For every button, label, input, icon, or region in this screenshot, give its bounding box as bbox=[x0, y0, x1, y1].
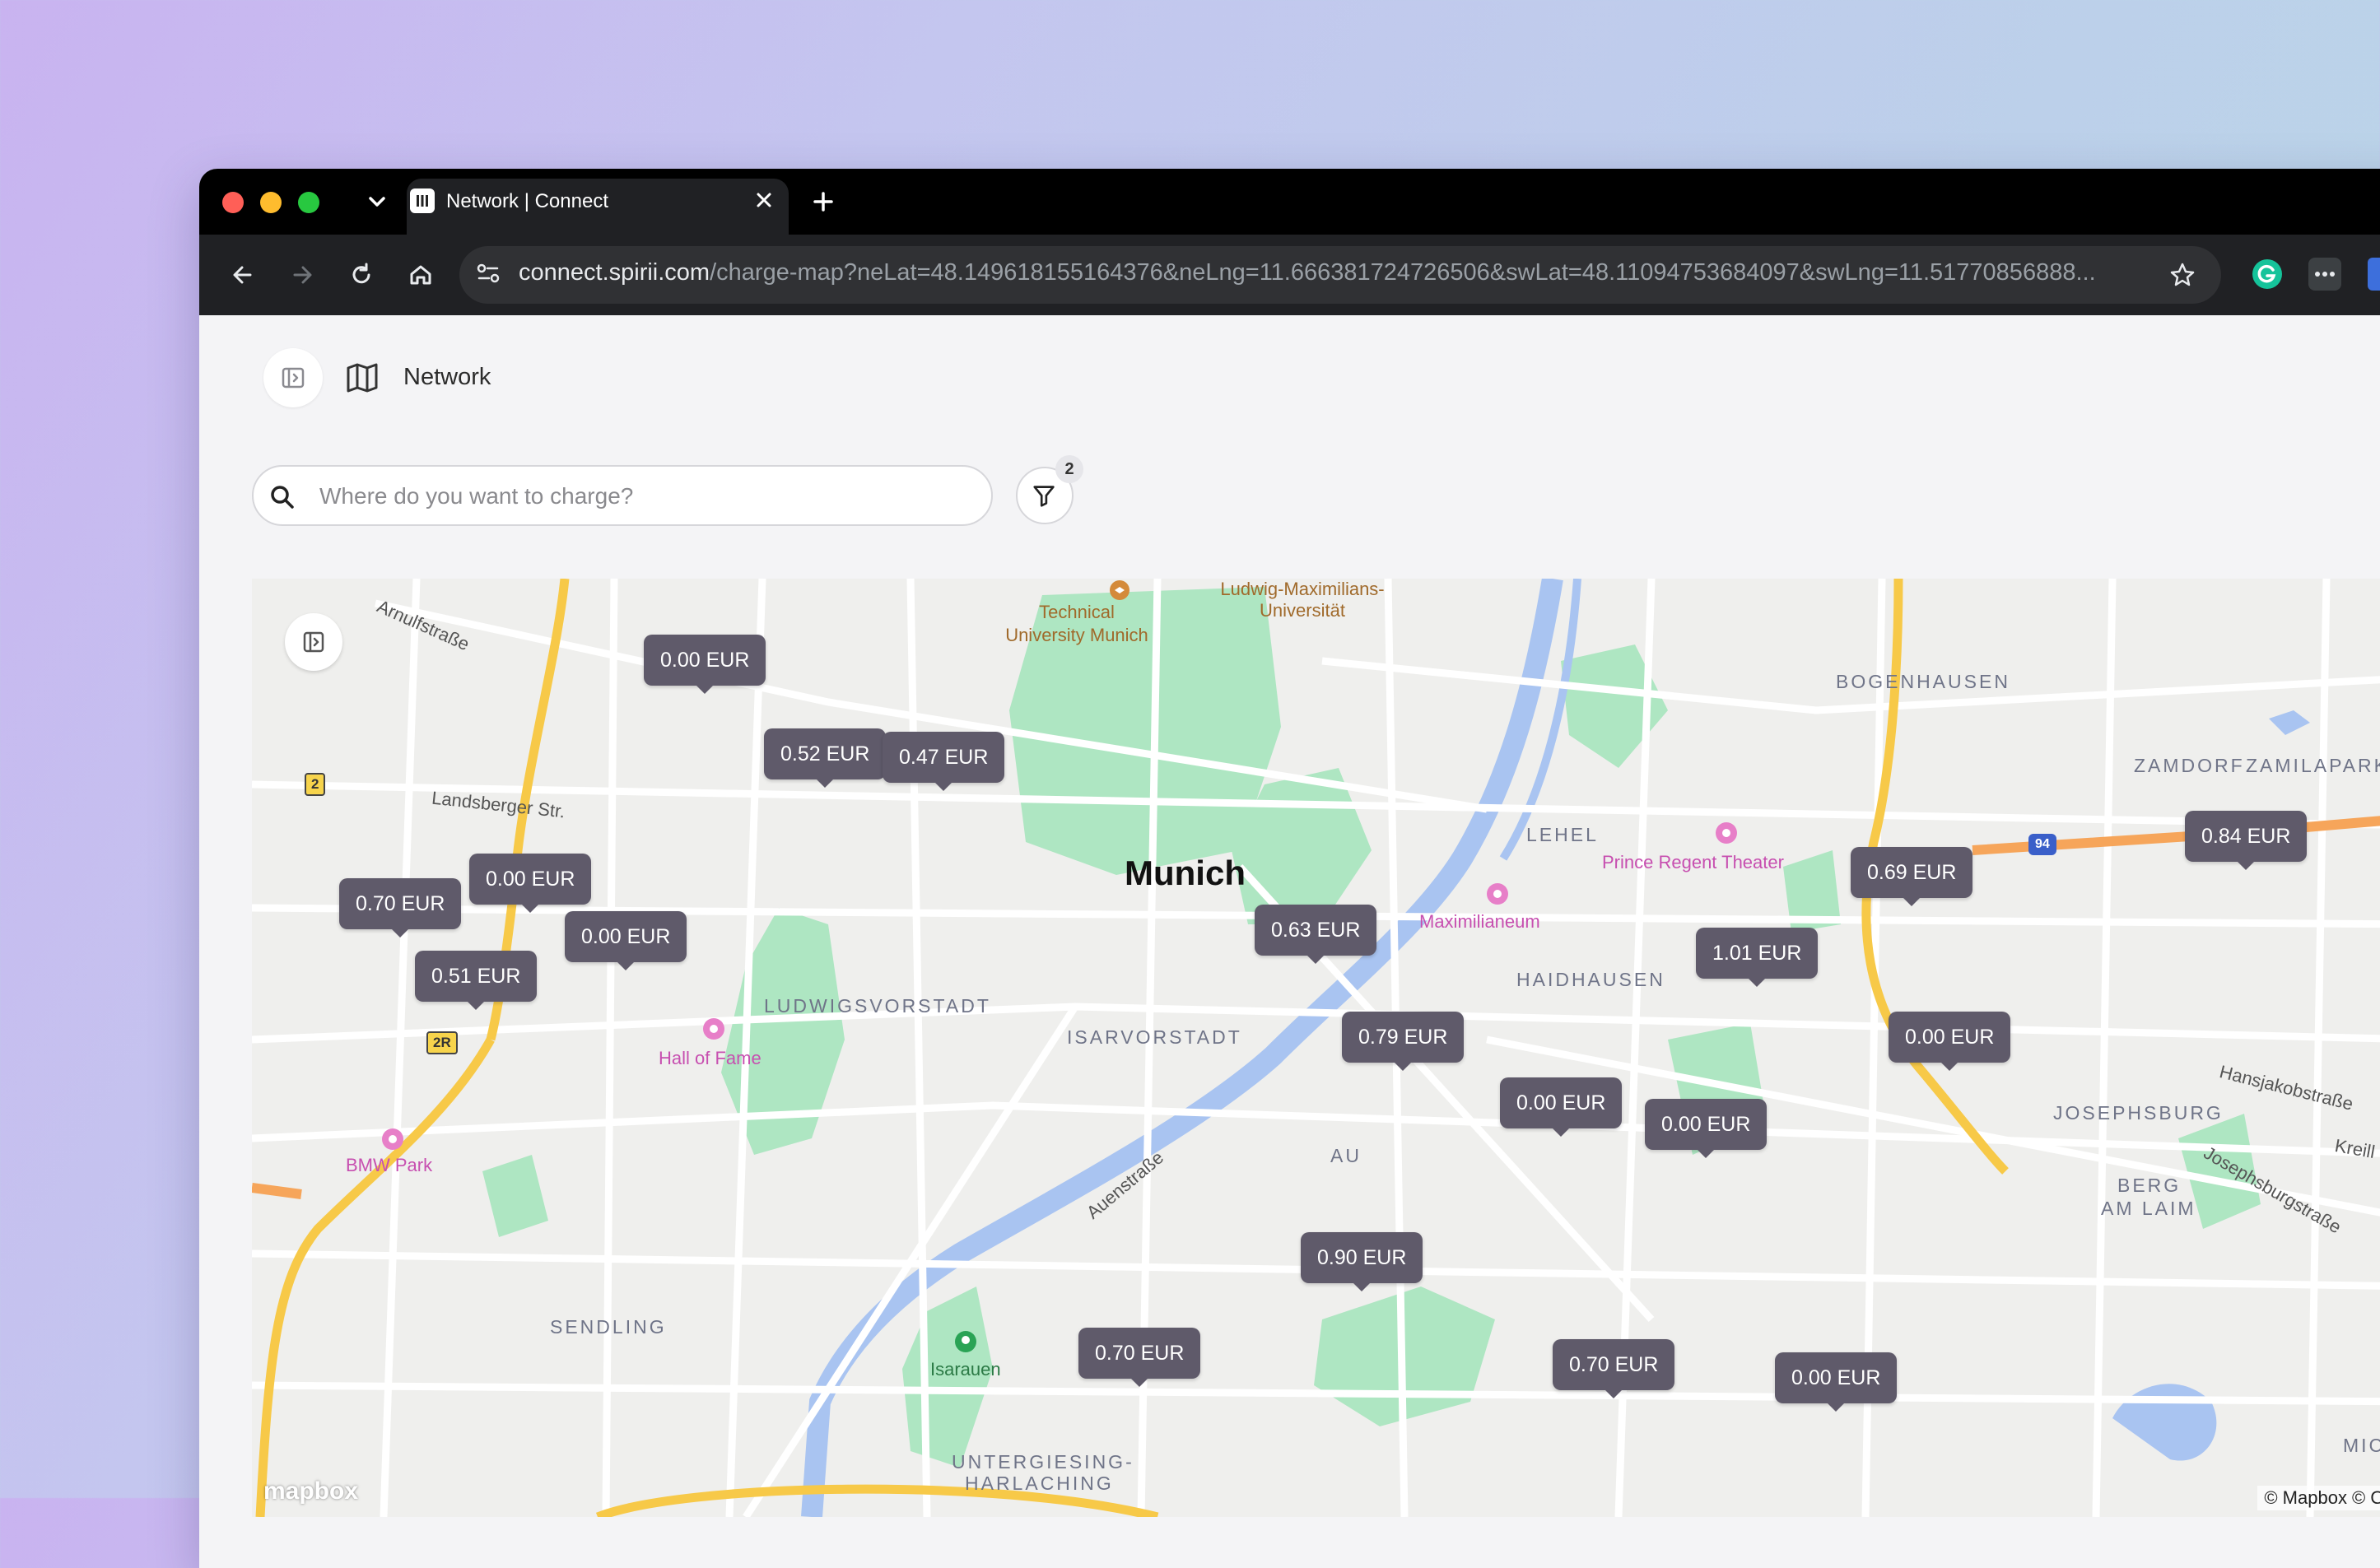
browser-window: Network | Connect connect.spirii.com/cha… bbox=[199, 169, 2380, 1568]
charger-price-marker[interactable]: 0.00 EUR bbox=[1889, 1012, 2011, 1071]
district-label: LUDWIGSVORSTADT bbox=[764, 995, 991, 1017]
app-page: Network 2 bbox=[199, 315, 2380, 1568]
grammarly-extension-icon[interactable] bbox=[2249, 256, 2285, 292]
poi-label: Prince Regent Theater bbox=[1602, 852, 1784, 872]
charger-price-marker[interactable]: 0.00 EUR bbox=[565, 911, 687, 970]
park-icon bbox=[955, 1331, 976, 1352]
landmark-icon bbox=[1487, 883, 1508, 905]
district-label: JOSEPHSBURG bbox=[2053, 1102, 2224, 1124]
charger-price-marker[interactable]: 0.70 EUR bbox=[339, 878, 462, 938]
url-host: connect.spirii.com bbox=[519, 259, 710, 286]
district-label: HAIDHAUSEN bbox=[1516, 969, 1665, 990]
close-tab-icon[interactable] bbox=[749, 185, 779, 215]
browser-toolbar: connect.spirii.com/charge-map?neLat=48.1… bbox=[199, 235, 2380, 315]
city-label: Munich bbox=[1125, 854, 1246, 892]
charger-price-marker[interactable]: 1.01 EUR bbox=[1696, 928, 1819, 987]
new-tab-icon[interactable] bbox=[807, 185, 840, 218]
district-label: ZAMILAPARK bbox=[2246, 755, 2380, 776]
search-input[interactable] bbox=[318, 478, 963, 514]
district-label: ZAMDORF bbox=[2134, 755, 2245, 776]
charger-price-marker[interactable]: 0.00 EUR bbox=[644, 635, 766, 694]
page-title: Network bbox=[403, 364, 491, 390]
site-settings-icon[interactable] bbox=[471, 256, 505, 291]
poi-label: Isarauen bbox=[930, 1359, 1001, 1380]
district-label: AU bbox=[1330, 1145, 1362, 1166]
map-attribution[interactable]: © Mapbox © OpenSt bbox=[2257, 1486, 2380, 1510]
charger-price-marker[interactable]: 0.63 EUR bbox=[1255, 905, 1377, 964]
tab-title: Network | Connect bbox=[446, 190, 608, 212]
poi-tum-label-2: University Munich bbox=[1005, 625, 1148, 645]
forward-arrow-icon[interactable] bbox=[285, 258, 319, 292]
charger-price-marker[interactable]: 0.00 EUR bbox=[469, 854, 592, 913]
bookmark-star-icon[interactable] bbox=[2165, 258, 2200, 292]
university-icon bbox=[1110, 580, 1129, 600]
home-icon[interactable] bbox=[403, 258, 438, 292]
site-favicon-icon bbox=[410, 188, 435, 213]
sidebar-toggle-icon bbox=[282, 367, 305, 389]
road-shield-a94: 94 bbox=[2028, 834, 2056, 855]
district-label: BERG bbox=[2117, 1175, 2182, 1196]
map-icon bbox=[347, 363, 378, 393]
poi-tum-label-1: Technical bbox=[1039, 602, 1115, 622]
district-label: UNTERGIESING- bbox=[952, 1451, 1134, 1473]
poi-label: Maximilianeum bbox=[1419, 911, 1540, 932]
mapbox-logo[interactable]: mapbox bbox=[263, 1477, 358, 1505]
charger-price-marker[interactable]: 0.52 EUR bbox=[764, 728, 887, 788]
charger-price-marker[interactable]: 0.70 EUR bbox=[1553, 1339, 1675, 1398]
charger-price-marker[interactable]: 0.84 EUR bbox=[2185, 811, 2308, 870]
charge-map[interactable]: 2 2R 94 BOGENHAUSEN ZAMDORF ZAMILAPARK L… bbox=[252, 579, 2380, 1517]
charger-price-marker[interactable]: 0.00 EUR bbox=[1500, 1077, 1623, 1137]
district-label: AM LAIM bbox=[2101, 1198, 2196, 1219]
maximize-window-button[interactable] bbox=[298, 192, 319, 213]
theater-icon bbox=[1716, 822, 1737, 844]
reload-icon[interactable] bbox=[344, 258, 379, 292]
poi-label: BMW Park bbox=[346, 1155, 433, 1175]
poi-label: Hall of Fame bbox=[659, 1048, 762, 1068]
back-arrow-icon[interactable] bbox=[226, 258, 260, 292]
district-label: SENDLING bbox=[550, 1316, 667, 1338]
sidebar-toggle-icon bbox=[303, 631, 324, 653]
tab-bar: Network | Connect bbox=[199, 169, 2380, 235]
stadium-icon bbox=[382, 1128, 403, 1150]
landmark-icon bbox=[703, 1018, 724, 1040]
district-label: LEHEL bbox=[1526, 824, 1599, 845]
password-extension-icon[interactable] bbox=[2308, 258, 2341, 291]
extension-icon[interactable] bbox=[2368, 258, 2380, 291]
minimize-window-button[interactable] bbox=[260, 192, 282, 213]
charger-price-marker[interactable]: 0.79 EUR bbox=[1342, 1012, 1465, 1071]
road-shield-a2: 2 bbox=[305, 773, 326, 796]
search-icon bbox=[271, 486, 294, 509]
close-window-button[interactable] bbox=[222, 192, 244, 213]
map-canvas[interactable] bbox=[252, 579, 2380, 1517]
district-label: ISARVORSTADT bbox=[1067, 1026, 1242, 1048]
district-label: BOGENHAUSEN bbox=[1836, 671, 2010, 692]
poi-lmu-label-2: Universität bbox=[1260, 600, 1345, 621]
poi-lmu-label-1: Ludwig-Maximilians- bbox=[1220, 579, 1385, 599]
sidebar-toggle-button[interactable] bbox=[263, 348, 323, 407]
charger-price-marker[interactable]: 0.51 EUR bbox=[415, 951, 538, 1010]
chevron-down-icon[interactable] bbox=[361, 185, 394, 218]
url-path: /charge-map?neLat=48.149618155164376&neL… bbox=[710, 259, 2096, 286]
district-label: MICHAEL bbox=[2343, 1435, 2380, 1456]
charger-price-marker[interactable]: 0.90 EUR bbox=[1301, 1232, 1423, 1291]
road-shield-a2r: 2R bbox=[426, 1031, 458, 1054]
charger-price-marker[interactable]: 0.00 EUR bbox=[1645, 1099, 1768, 1158]
map-sidebar-toggle-button[interactable] bbox=[285, 613, 342, 671]
charger-price-marker[interactable]: 0.69 EUR bbox=[1851, 847, 1973, 906]
search-box[interactable] bbox=[252, 465, 993, 526]
filter-count-badge: 2 bbox=[1055, 455, 1083, 483]
url-text[interactable]: connect.spirii.com/charge-map?neLat=48.1… bbox=[519, 259, 2223, 286]
charger-price-marker[interactable]: 0.70 EUR bbox=[1078, 1328, 1201, 1387]
charger-price-marker[interactable]: 0.47 EUR bbox=[883, 732, 1005, 791]
charger-price-marker[interactable]: 0.00 EUR bbox=[1775, 1352, 1898, 1412]
district-label: HARLACHING bbox=[965, 1473, 1114, 1494]
